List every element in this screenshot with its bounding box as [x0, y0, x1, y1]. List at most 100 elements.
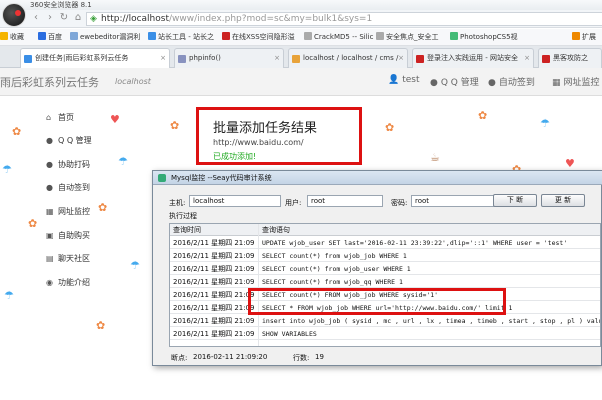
nav-qq[interactable]: ● Q Q 管理	[430, 75, 479, 88]
title-bar: 360安全浏览器 8.1	[0, 0, 602, 10]
close-icon[interactable]: ×	[524, 49, 530, 68]
highlight-box	[248, 288, 506, 315]
page-icon	[292, 55, 300, 63]
page-icon	[178, 55, 186, 63]
menu-home[interactable]: ⌂ 首页	[46, 112, 74, 123]
star-icon	[0, 32, 8, 40]
password-label: 密码:	[391, 199, 408, 207]
dialog-status-bar: 断点: 2016-02-11 21:09:20 行数: 19	[169, 351, 601, 363]
result-panel: 批量添加任务结果 http://www.baidu.com/ 已成功添加!	[196, 107, 362, 165]
cart-icon: ▣	[46, 231, 54, 240]
column-header-time[interactable]: 查询时间	[170, 224, 259, 236]
favorite-item[interactable]: 百度	[38, 29, 62, 46]
tab-create-task[interactable]: 创建任务|雨后彩虹系列云任务 ×	[20, 48, 170, 68]
menu-qq[interactable]: ● Q Q 管理	[46, 135, 92, 146]
table-row[interactable]: 2016/2/11 星期四 21:09 SHOW VARIABLES	[170, 328, 600, 340]
nav-test[interactable]: 👤 test	[388, 75, 420, 85]
app-icon	[158, 174, 166, 182]
lollipop-icon: ✿	[12, 125, 22, 138]
nav-auto-sign[interactable]: ● 自动签到	[488, 75, 535, 88]
page-icon	[304, 32, 312, 40]
coffee-icon: ☕	[430, 151, 440, 164]
menu-captcha[interactable]: ● 协助打码	[46, 159, 90, 170]
chat-icon: ▤	[46, 254, 54, 263]
query-log-table[interactable]: 查询时间 查询语句 2016/2/11 星期四 21:09 UPDATE wjob…	[169, 223, 601, 347]
captcha-icon: ●	[46, 160, 53, 169]
nav-url-monitor[interactable]: ▦ 网址监控	[552, 75, 600, 88]
menu-features[interactable]: ◉ 功能介绍	[46, 277, 90, 288]
flower-icon: ✿	[28, 217, 38, 230]
close-icon[interactable]: ×	[274, 49, 280, 68]
password-input[interactable]: root	[411, 195, 497, 207]
tab-login-injection[interactable]: 登录注入实践运用 - 网站安全 ×	[412, 48, 534, 68]
monitor-icon: ▦	[46, 207, 54, 216]
menu-self-purchase[interactable]: ▣ 自助购买	[46, 230, 90, 241]
rows-label: 行数:	[293, 354, 310, 362]
favorite-item[interactable]: CrackMD5 -- Silic	[304, 29, 373, 46]
host-input[interactable]: localhost	[189, 195, 281, 207]
back-icon[interactable]: ‹	[30, 12, 42, 24]
page-icon	[542, 55, 550, 63]
tab-bar: 创建任务|雨后彩虹系列云任务 × phpinfo() × localhost / l…	[0, 46, 602, 68]
favorite-item[interactable]: 收藏	[0, 29, 24, 46]
page-icon	[70, 32, 78, 40]
table-row[interactable]: 2016/2/11 星期四 21:09 SELECT count(*) from …	[170, 250, 600, 262]
breakpoint-label: 断点:	[171, 354, 188, 362]
breakpoint-button[interactable]: 下 断	[493, 194, 537, 207]
table-row[interactable]: 2016/2/11 星期四 21:09 SELECT count(*) from …	[170, 276, 600, 288]
page-icon	[416, 55, 424, 63]
user-label: 用户:	[285, 199, 302, 207]
umbrella-icon: ☂	[118, 155, 128, 168]
shield-icon: ◈	[90, 14, 97, 24]
favorite-item[interactable]: 扩展	[572, 29, 596, 46]
umbrella-icon: ☂	[2, 163, 12, 176]
menu-chat[interactable]: ▤ 聊天社区	[46, 253, 90, 264]
host-label: 主机:	[169, 199, 186, 207]
home-icon[interactable]: ⌂	[72, 12, 84, 24]
close-icon[interactable]: ×	[398, 49, 404, 68]
info-icon: ◉	[46, 278, 53, 287]
url-input[interactable]: ◈ http://localhost/www/index.php?mod=sc&…	[86, 12, 602, 26]
result-heading: 批量添加任务结果	[213, 121, 318, 136]
strawberry-icon: ♥	[110, 113, 120, 126]
table-row[interactable]: 2016/2/11 星期四 21:09 SELECT count(*) from …	[170, 263, 600, 275]
table-row[interactable]: 2016/2/11 星期四 21:09 insert into wjob_job …	[170, 315, 600, 327]
lollipop-icon: ✿	[98, 201, 108, 214]
site-brand[interactable]: 雨后彩虹系列云任务	[0, 74, 99, 90]
monitor-icon: ▦	[552, 78, 561, 88]
dialog-title-bar[interactable]: Mysql监控 --Seay代码审计系统	[153, 171, 602, 185]
favorite-item[interactable]: 安全焦点_安全工	[376, 29, 439, 46]
sign-icon: ●	[488, 78, 496, 88]
user-input[interactable]: root	[307, 195, 383, 207]
tab-phpinfo[interactable]: phpinfo() ×	[174, 48, 284, 68]
refresh-button[interactable]: 更 新	[541, 194, 585, 207]
lollipop-icon: ✿	[96, 319, 106, 332]
menu-url-monitor[interactable]: ▦ 网址监控	[46, 206, 90, 217]
favorite-item[interactable]: 在线XSS空间隐形溢	[222, 29, 295, 46]
table-row[interactable]: 2016/2/11 星期四 21:09 UPDATE wjob_user SET …	[170, 237, 600, 249]
breakpoint-value: 2016-02-11 21:09:20	[193, 353, 268, 361]
forward-icon[interactable]: ›	[44, 12, 56, 24]
close-icon[interactable]: ×	[160, 49, 166, 68]
flower-icon: ✿	[385, 121, 395, 134]
umbrella-icon: ☂	[540, 117, 550, 130]
user-avatar[interactable]	[2, 3, 26, 27]
dialog-title: Mysql监控 --Seay代码审计系统	[171, 174, 272, 182]
refresh-icon[interactable]: ↻	[58, 12, 70, 24]
page-icon	[376, 32, 384, 40]
favorite-item[interactable]: ewebeditor漏洞利	[70, 29, 140, 46]
qq-icon: ●	[430, 78, 438, 88]
url-host: http://localhost	[101, 14, 169, 24]
favorites-bar: 收藏 百度 ewebeditor漏洞利 站长工具 - 站长之 在线XSS空间隐形…	[0, 29, 602, 46]
column-header-query[interactable]: 查询语句	[259, 224, 600, 236]
menu-auto-sign[interactable]: ● 自动签到	[46, 182, 90, 193]
result-url[interactable]: http://www.baidu.com/	[213, 138, 304, 147]
favorite-item[interactable]: PhotoshopCS5视	[450, 29, 518, 46]
sign-icon: ●	[46, 183, 53, 192]
favorite-item[interactable]: 站长工具 - 站长之	[148, 29, 214, 46]
page-icon	[222, 32, 230, 40]
tab-hacker[interactable]: 黑客攻防之	[538, 48, 602, 68]
extension-icon	[572, 32, 580, 40]
tab-phpmyadmin[interactable]: localhost / localhost / cms / ×	[288, 48, 408, 68]
umbrella-icon: ☂	[130, 259, 140, 272]
